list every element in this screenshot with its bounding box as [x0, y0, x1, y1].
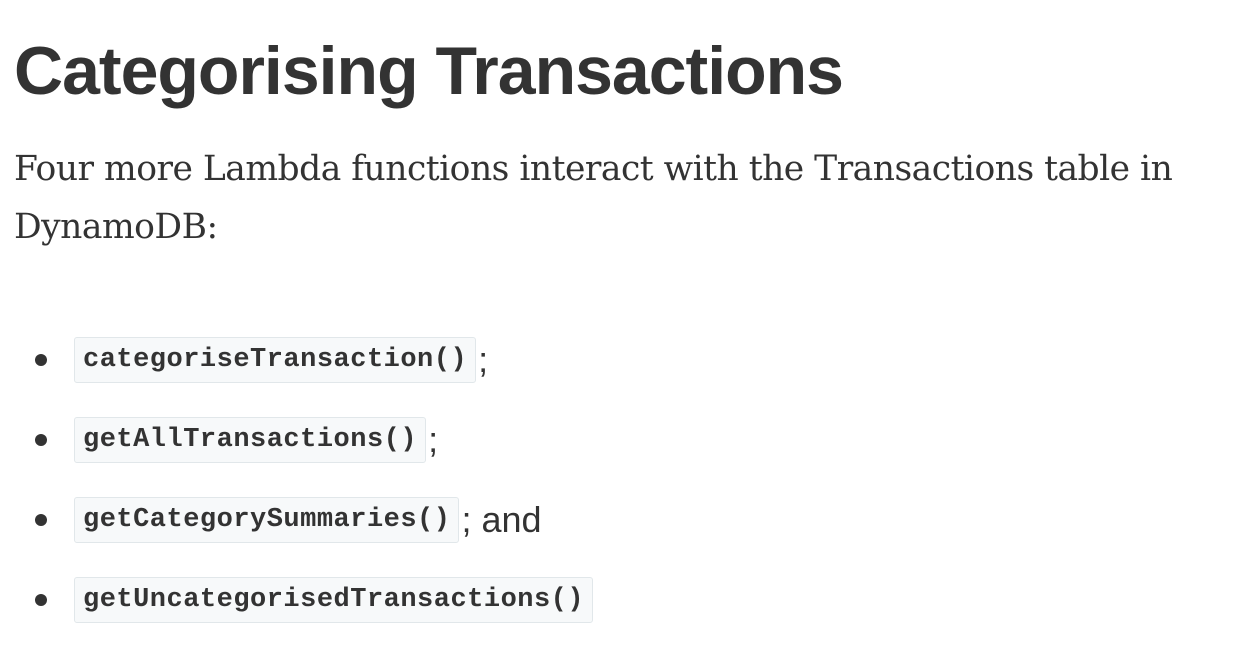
function-name-code: getAllTransactions(): [74, 417, 427, 463]
list-item-suffix: ;: [478, 339, 489, 380]
list-item-suffix: ; and: [461, 499, 542, 540]
function-name-code: getCategorySummaries(): [74, 497, 460, 543]
function-name-code: categoriseTransaction(): [74, 337, 477, 383]
list-item: getAllTransactions() ;: [14, 417, 595, 463]
bullet-icon: [35, 434, 47, 446]
page-title: Categorising Transactions: [14, 33, 844, 109]
bullet-icon: [35, 594, 47, 606]
lambda-function-list: categoriseTransaction() ; getAllTransact…: [14, 337, 595, 658]
bullet-icon: [35, 514, 47, 526]
list-item-suffix: ;: [428, 419, 439, 460]
list-item: getCategorySummaries() ; and: [14, 497, 595, 543]
intro-paragraph: Four more Lambda functions interact with…: [14, 149, 1173, 247]
list-item: categoriseTransaction() ;: [14, 337, 595, 383]
bullet-icon: [35, 354, 47, 366]
list-item: getUncategorisedTransactions(): [14, 577, 595, 623]
function-name-code: getUncategorisedTransactions(): [74, 577, 594, 623]
